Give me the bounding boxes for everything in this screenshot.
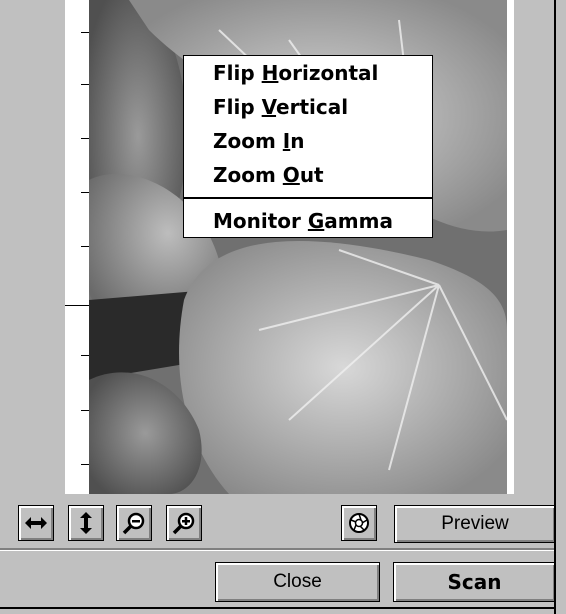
menu-accel-key: H <box>261 61 279 85</box>
aperture-button[interactable] <box>341 505 377 541</box>
magnifier-plus-icon <box>172 512 195 535</box>
menu-accel-key: G <box>307 209 325 233</box>
menu-item-text: ertical <box>276 95 349 119</box>
ruler-tick-major <box>65 305 89 306</box>
menu-item-zoom-in[interactable]: Zoom In <box>213 126 305 156</box>
menu-accel-key: O <box>282 163 300 187</box>
flip-horizontal-button[interactable] <box>18 505 54 541</box>
menu-item-text: n <box>290 129 305 153</box>
double-arrow-vertical-icon <box>80 512 92 534</box>
vertical-ruler <box>65 0 89 494</box>
menu-item-text: ut <box>299 163 324 187</box>
preview-button[interactable]: Preview <box>394 505 556 543</box>
ruler-tick <box>81 192 89 193</box>
menu-item-zoom-out[interactable]: Zoom Out <box>213 160 324 190</box>
aperture-icon <box>349 513 369 533</box>
ruler-tick <box>81 84 89 85</box>
ruler-tick <box>81 464 89 465</box>
ruler-tick <box>81 246 89 247</box>
scan-button[interactable]: Scan <box>393 562 556 602</box>
toolbar-divider <box>0 548 554 551</box>
menu-item-text: Flip <box>213 61 262 85</box>
flip-vertical-button[interactable] <box>68 505 104 541</box>
menu-item-text: orizontal <box>278 61 379 85</box>
magnifier-minus-icon <box>122 512 145 535</box>
menu-item-text: Zoom <box>213 129 283 153</box>
zoom-out-button[interactable] <box>116 505 152 541</box>
menu-item-flip-vertical[interactable]: Flip Vertical <box>213 92 348 122</box>
bottom-border <box>0 607 554 609</box>
double-arrow-horizontal-icon <box>25 517 47 529</box>
menu-item-text: Monitor <box>213 209 308 233</box>
window-right-border <box>554 0 556 614</box>
ruler-tick <box>81 355 89 356</box>
ruler-tick <box>81 32 89 33</box>
menu-item-monitor-gamma[interactable]: Monitor Gamma <box>213 206 393 236</box>
preview-margin <box>507 0 514 494</box>
menu-item-flip-horizontal[interactable]: Flip Horizontal <box>213 58 378 88</box>
menu-item-text: Zoom <box>213 163 283 187</box>
ruler-tick <box>81 138 89 139</box>
context-menu: Flip Horizontal Flip Vertical Zoom In Zo… <box>183 55 433 238</box>
menu-item-text: amma <box>324 209 393 233</box>
close-button[interactable]: Close <box>215 562 380 602</box>
ruler-tick <box>81 410 89 411</box>
menu-accel-key: V <box>261 95 277 119</box>
zoom-in-button[interactable] <box>166 505 202 541</box>
menu-item-text: Flip <box>213 95 262 119</box>
menu-separator <box>184 197 432 199</box>
